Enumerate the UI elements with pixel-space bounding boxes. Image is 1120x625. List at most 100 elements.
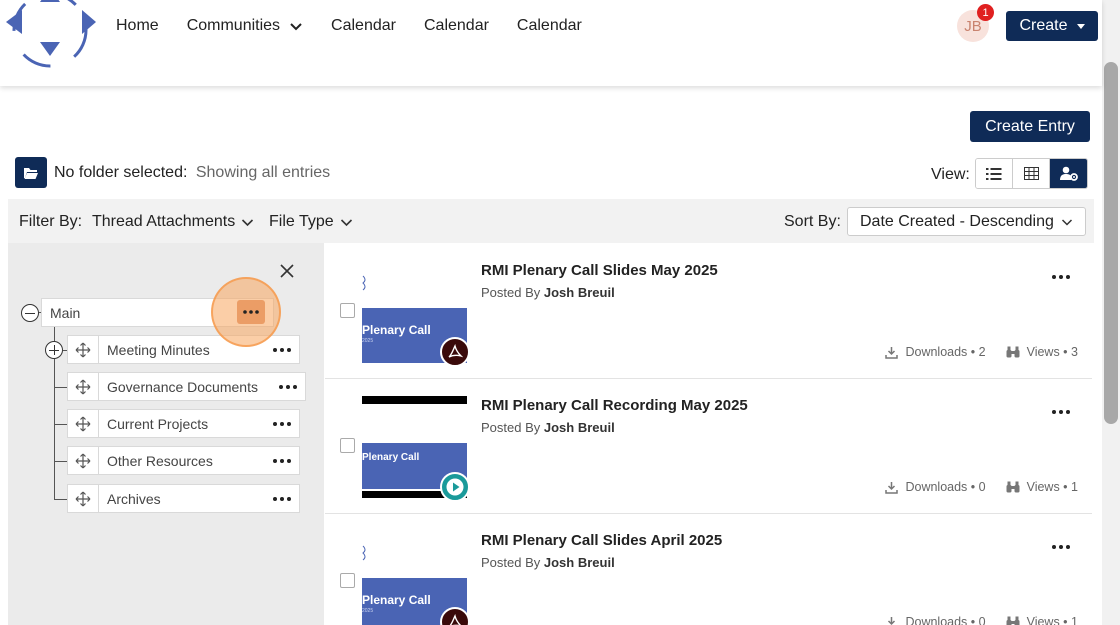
nav-calendar-1[interactable]: Calendar: [331, 17, 396, 35]
tree-connector: [54, 499, 68, 500]
video-progress: [362, 489, 442, 491]
move-icon: [75, 379, 91, 394]
entry-more-options-icon[interactable]: [1052, 266, 1070, 284]
downloads-stat: Downloads • 0: [885, 615, 986, 625]
entry-card[interactable]: Plenary Call RMI Plenary Call Recording …: [325, 379, 1092, 514]
author-name: Josh Breuil: [543, 420, 615, 435]
main-nav: Home Communities Calendar Calendar Calen…: [116, 17, 610, 35]
create-button-label: Create: [1019, 17, 1068, 34]
posted-by-label: Posted By: [481, 285, 541, 300]
user-avatar[interactable]: JB 1: [957, 4, 994, 42]
nav-calendar-3[interactable]: Calendar: [517, 17, 582, 35]
binoculars-icon: [1006, 616, 1020, 625]
filter-bar: Filter By: Thread Attachments File Type …: [8, 199, 1094, 243]
entry-more-options-icon[interactable]: [1052, 401, 1070, 419]
tree-node-archives[interactable]: Archives: [67, 484, 300, 513]
list-icon: [986, 167, 1002, 180]
posted-by-label: Posted By: [481, 555, 541, 570]
entry-more-options-icon[interactable]: [1052, 536, 1070, 554]
download-icon: [885, 616, 899, 625]
entry-checkbox[interactable]: [340, 573, 355, 588]
nav-calendar-2[interactable]: Calendar: [424, 17, 489, 35]
entry-author: Posted By Josh Breuil: [481, 555, 615, 570]
grid-view-button[interactable]: [1013, 159, 1050, 188]
close-icon[interactable]: [279, 263, 295, 279]
entry-title[interactable]: RMI Plenary Call Recording May 2025: [481, 397, 748, 414]
drag-handle[interactable]: [68, 336, 99, 363]
file-type-dropdown[interactable]: File Type: [269, 213, 353, 231]
entry-author: Posted By Josh Breuil: [481, 420, 615, 435]
play-icon: [440, 472, 470, 502]
sort-by-label: Sort By:: [784, 213, 841, 230]
folder-status: No folder selected: Showing all entries: [54, 164, 330, 182]
tree-node-current-projects[interactable]: Current Projects: [67, 409, 300, 438]
entry-title[interactable]: RMI Plenary Call Slides May 2025: [481, 262, 718, 279]
slide-decoration: [362, 545, 366, 561]
main-more-options-button[interactable]: [237, 300, 265, 324]
more-options-icon[interactable]: [265, 347, 299, 352]
pdf-icon: [440, 337, 470, 367]
more-options-icon[interactable]: [265, 496, 299, 501]
list-view-button[interactable]: [976, 159, 1013, 188]
move-icon: [75, 453, 91, 468]
scrollbar-thumb[interactable]: [1104, 62, 1118, 424]
slide-decoration: [362, 275, 366, 291]
filter-by-label: Filter By:: [19, 213, 83, 230]
more-options-icon[interactable]: [265, 421, 299, 426]
entry-checkbox[interactable]: [340, 438, 355, 453]
more-options-icon: [243, 310, 259, 314]
thread-attachments-dropdown[interactable]: Thread Attachments: [92, 213, 254, 231]
user-settings-view-button[interactable]: [1050, 159, 1087, 188]
view-toggle-group: [975, 158, 1088, 189]
entry-title[interactable]: RMI Plenary Call Slides April 2025: [481, 532, 722, 549]
folder-status-label: No folder selected:: [54, 164, 188, 181]
tree-node-governance-documents[interactable]: Governance Documents: [67, 372, 306, 401]
compass-logo[interactable]: [4, 0, 100, 74]
drag-handle[interactable]: [68, 373, 99, 400]
page-scrollbar[interactable]: [1102, 0, 1120, 625]
more-options-icon[interactable]: [265, 458, 299, 463]
nav-home-label: Home: [116, 17, 159, 34]
nav-home[interactable]: Home: [116, 17, 159, 35]
notification-badge: 1: [977, 4, 994, 21]
author-name: Josh Breuil: [543, 285, 615, 300]
binoculars-icon: [1006, 346, 1020, 358]
tree-node-other-resources[interactable]: Other Resources: [67, 446, 300, 475]
chevron-down-icon: [1061, 219, 1073, 226]
views-count: Views • 3: [1026, 345, 1078, 359]
create-button[interactable]: Create: [1006, 11, 1098, 41]
user-settings-icon: [1059, 166, 1078, 181]
folder-toggle-button[interactable]: [15, 157, 47, 188]
slide-title: Plenary Call: [362, 323, 431, 337]
entry-card[interactable]: Plenary Call 2025 RMI Plenary Call Slide…: [325, 244, 1092, 379]
top-header: Home Communities Calendar Calendar Calen…: [0, 0, 1102, 86]
nav-communities[interactable]: Communities: [187, 17, 303, 35]
move-icon: [75, 491, 91, 506]
tree-connector: [54, 424, 68, 425]
posted-by-label: Posted By: [481, 420, 541, 435]
avatar-initials: JB: [964, 17, 982, 35]
entry-author: Posted By Josh Breuil: [481, 285, 615, 300]
tree-node-label: Archives: [107, 490, 161, 507]
views-stat: Views • 3: [1006, 345, 1078, 359]
drag-handle[interactable]: [68, 410, 99, 437]
drag-handle[interactable]: [68, 485, 99, 512]
file-type-label: File Type: [269, 213, 334, 230]
nav-calendar-label: Calendar: [516, 17, 582, 34]
download-icon: [885, 346, 899, 359]
expand-meeting-minutes-toggle[interactable]: [45, 341, 63, 359]
entry-stats: Downloads • 0 Views • 1: [865, 615, 1078, 625]
drag-handle[interactable]: [68, 447, 99, 474]
views-count: Views • 1: [1026, 615, 1078, 625]
entry-card[interactable]: Plenary Call 2025 RMI Plenary Call Slide…: [325, 514, 1092, 625]
collapse-main-toggle[interactable]: [21, 304, 39, 322]
chevron-down-icon: [242, 218, 254, 226]
move-icon: [75, 342, 91, 357]
downloads-count: Downloads • 0: [905, 615, 986, 625]
slide-subtitle: 2025: [362, 608, 374, 614]
move-icon: [75, 416, 91, 431]
entry-checkbox[interactable]: [340, 303, 355, 318]
create-entry-button[interactable]: Create Entry: [970, 111, 1090, 142]
sort-select[interactable]: Date Created - Descending: [847, 207, 1086, 236]
more-options-icon[interactable]: [271, 384, 305, 389]
